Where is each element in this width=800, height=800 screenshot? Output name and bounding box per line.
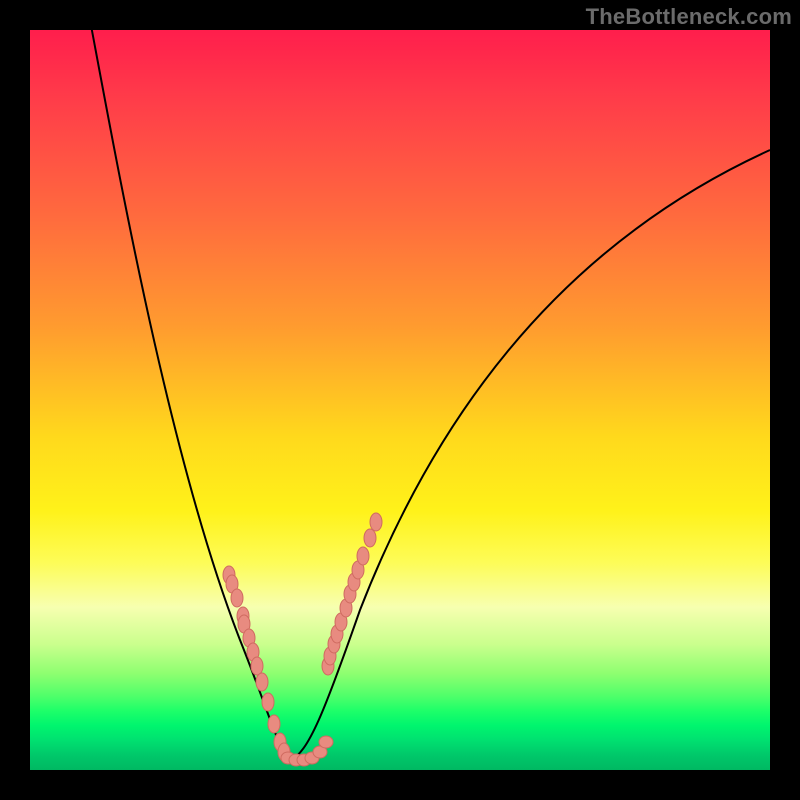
- marker-left-2: [231, 589, 243, 607]
- marker-left-8: [256, 673, 268, 691]
- marker-bottom-5: [319, 736, 333, 748]
- marker-right-10: [364, 529, 376, 547]
- watermark-text: TheBottleneck.com: [586, 4, 792, 30]
- plot-area: [30, 30, 770, 770]
- marker-right-9: [357, 547, 369, 565]
- chart-frame: TheBottleneck.com: [0, 0, 800, 800]
- curve-right: [290, 150, 770, 760]
- marker-left-9: [262, 693, 274, 711]
- marker-left-10: [268, 715, 280, 733]
- markers-right-group: [322, 513, 382, 675]
- marker-left-7: [251, 657, 263, 675]
- marker-right-11: [370, 513, 382, 531]
- curve-left: [90, 20, 290, 760]
- markers-left-group: [223, 566, 290, 761]
- curves-layer: [30, 30, 770, 770]
